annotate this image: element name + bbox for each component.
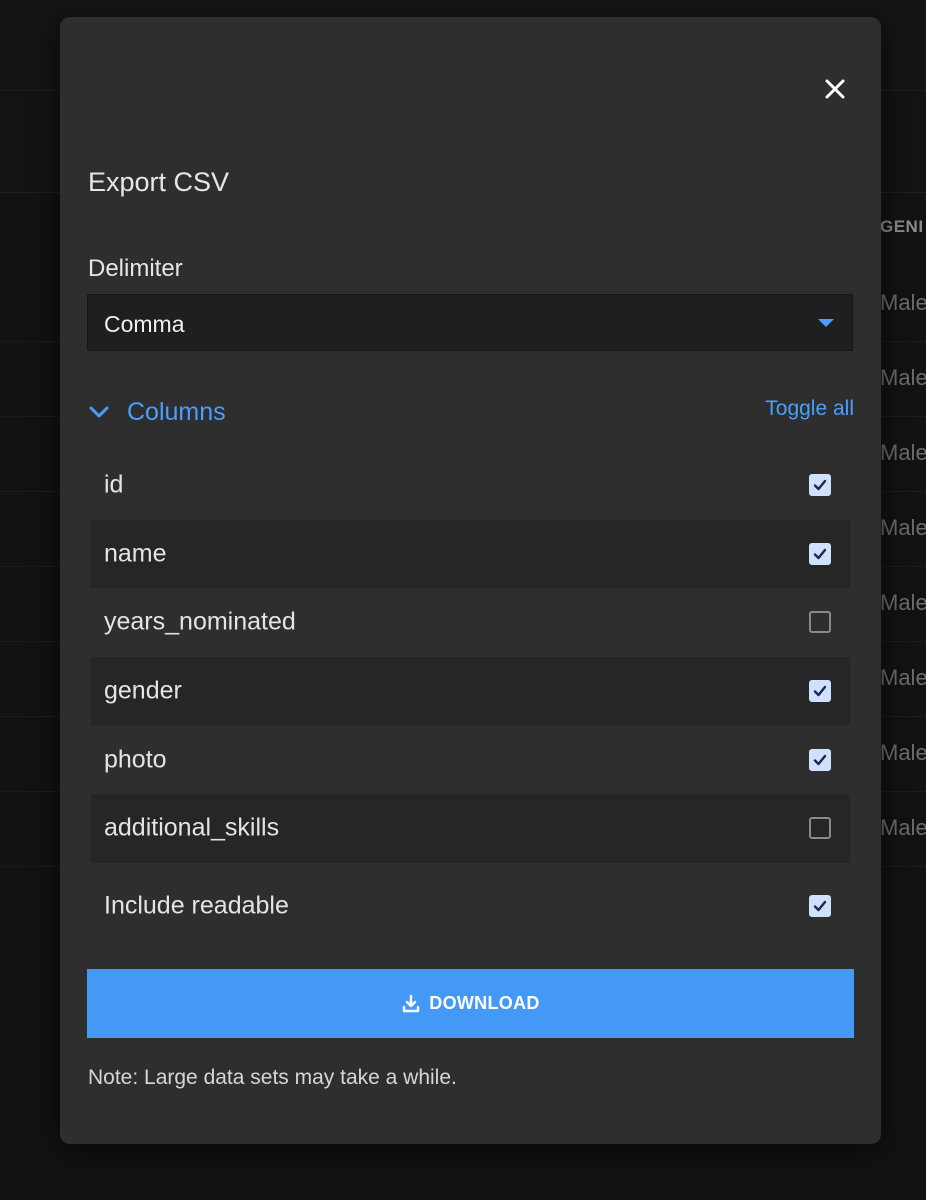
table-cell: Male xyxy=(880,665,926,690)
column-checkbox-additional-skills[interactable] xyxy=(809,817,831,840)
table-cell: Male xyxy=(880,515,926,540)
checkmark-icon xyxy=(813,548,827,560)
column-row-additional-skills: additional_skills xyxy=(91,793,850,863)
table-cell: Male xyxy=(880,290,926,315)
column-checkbox-name[interactable] xyxy=(809,542,831,565)
include-readable-label: Include readable xyxy=(104,891,289,920)
delimiter-select[interactable]: Comma xyxy=(87,294,853,351)
table-cell: Male xyxy=(880,740,926,765)
column-name: photo xyxy=(104,745,167,774)
caret-down-icon xyxy=(818,319,834,327)
table-cell: Male xyxy=(880,365,926,390)
download-button-label: DOWNLOAD xyxy=(429,993,540,1013)
column-name: id xyxy=(104,470,124,499)
delimiter-selected-value: Comma xyxy=(104,311,185,337)
columns-list: id name years_nominated gender photo add… xyxy=(91,451,850,863)
column-row-gender: gender xyxy=(91,656,850,726)
download-icon xyxy=(403,994,420,1012)
close-icon xyxy=(825,79,845,99)
checkmark-icon xyxy=(813,900,827,912)
download-note: Note: Large data sets may take a while. xyxy=(88,1066,457,1089)
include-readable-checkbox[interactable] xyxy=(809,895,831,917)
checkmark-icon xyxy=(813,685,827,697)
column-row-years-nominated: years_nominated xyxy=(91,588,850,657)
table-column-header-gender: GENI xyxy=(880,217,924,236)
delimiter-label: Delimiter xyxy=(88,255,183,282)
column-row-name: name xyxy=(91,519,850,589)
columns-section-toggle[interactable]: Columns xyxy=(88,395,226,429)
export-csv-dialog: Export CSV Delimiter Comma Columns Toggl… xyxy=(60,17,881,1144)
table-cell: Male xyxy=(880,815,926,840)
app-page: GENI Male Male Male Male Male Male Male … xyxy=(0,0,926,1200)
column-checkbox-gender[interactable] xyxy=(809,680,831,703)
checkmark-icon xyxy=(813,480,827,491)
column-name: name xyxy=(104,539,167,568)
table-cell: Male xyxy=(880,440,926,465)
chevron-down-icon xyxy=(89,406,109,418)
include-readable-row: Include readable xyxy=(91,872,850,940)
column-name: years_nominated xyxy=(104,607,296,636)
dialog-title: Export CSV xyxy=(88,167,230,197)
column-row-photo: photo xyxy=(91,725,850,794)
column-checkbox-id[interactable] xyxy=(809,474,831,497)
column-checkbox-photo[interactable] xyxy=(809,748,831,771)
column-name: gender xyxy=(104,676,182,705)
table-cell: Male xyxy=(880,590,926,615)
close-button[interactable] xyxy=(822,76,848,102)
column-name: additional_skills xyxy=(104,813,280,842)
columns-label: Columns xyxy=(127,397,226,426)
column-row-id: id xyxy=(91,451,850,520)
checkmark-icon xyxy=(813,754,827,765)
column-checkbox-years-nominated[interactable] xyxy=(809,611,831,634)
toggle-all-link[interactable]: Toggle all xyxy=(765,397,854,421)
download-button[interactable]: DOWNLOAD xyxy=(87,969,854,1038)
